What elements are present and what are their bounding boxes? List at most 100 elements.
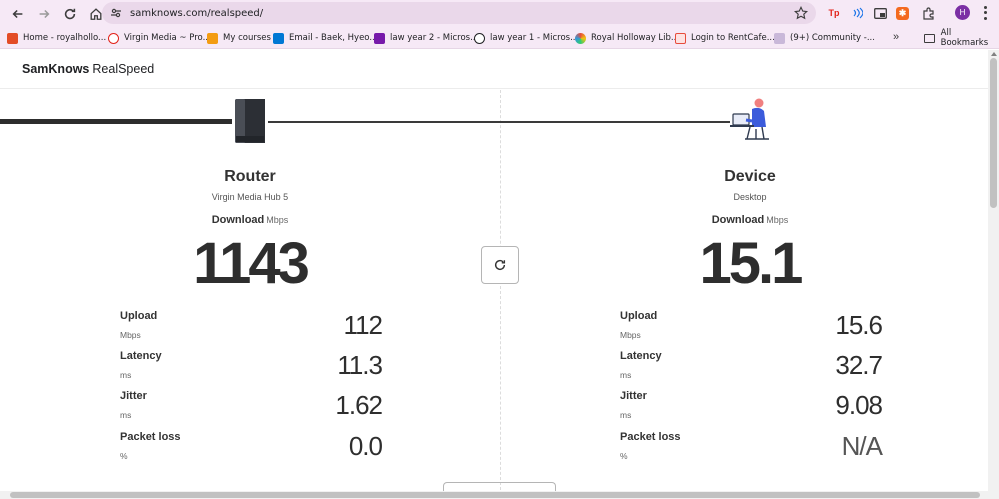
device-user-icon <box>730 98 769 140</box>
device-packet-loss-metric: Packet loss % N/A <box>620 431 883 469</box>
router-model: Virgin Media Hub 5 <box>211 192 289 202</box>
device-latency-metric: Latency ms 32.7 <box>620 350 883 388</box>
metric-unit: Mbps <box>620 330 641 340</box>
bookmark-item[interactable]: law year 1 - Micros... <box>474 27 578 49</box>
site-info-icon[interactable] <box>108 5 124 21</box>
metric-value: N/A <box>841 431 883 461</box>
bookmark-label: Home - royalhollo... <box>23 33 107 43</box>
metric-label: Jitter <box>620 390 647 402</box>
metric-value: 0.0 <box>348 431 383 461</box>
bookmarks-overflow-icon[interactable]: » <box>893 31 899 43</box>
metric-label: Packet loss <box>620 431 681 443</box>
bookmark-label: My courses <box>223 33 271 43</box>
horizontal-scroll-thumb[interactable] <box>10 492 980 498</box>
extension-tp-icon[interactable]: Tp <box>826 5 842 21</box>
address-bar[interactable]: samknows.com/realspeed/ <box>102 2 816 24</box>
brand-name: SamKnows <box>22 62 90 76</box>
device-title: Device <box>724 168 776 185</box>
extensions-puzzle-icon[interactable] <box>920 5 936 21</box>
metric-label: Upload <box>620 310 658 322</box>
browser-toolbar: samknows.com/realspeed/ Tp ✱ H <box>0 0 999 27</box>
connection-line-wan <box>0 119 232 124</box>
bookmark-label: Royal Holloway Lib... <box>591 33 680 43</box>
device-type: Desktop <box>733 192 767 202</box>
arrow-right-icon <box>39 9 50 18</box>
router-latency-metric: Latency ms 11.3 <box>120 350 383 388</box>
brand-logo[interactable]: SamKnows RealSpeed <box>22 62 154 76</box>
reload-button[interactable] <box>58 2 82 26</box>
bookmark-item[interactable]: Virgin Media ~ Pro... <box>108 27 211 49</box>
profile-avatar[interactable]: H <box>955 5 970 20</box>
download-label: Download <box>211 214 265 226</box>
router-title: Router <box>224 168 276 185</box>
home-icon <box>90 7 102 20</box>
bookmark-star-icon[interactable] <box>794 6 808 20</box>
all-bookmarks-button[interactable]: All Bookmarks <box>924 27 999 49</box>
bookmark-label: Virgin Media ~ Pro... <box>124 33 211 43</box>
bookmark-label: (9+) Community -... <box>790 33 875 43</box>
bookmark-item[interactable]: (9+) Community -... <box>774 27 875 49</box>
picture-in-picture-icon[interactable] <box>872 5 888 21</box>
back-button[interactable] <box>6 2 30 26</box>
metric-unit: % <box>120 451 128 461</box>
brand-product: RealSpeed <box>92 62 155 76</box>
extension-wave-icon[interactable] <box>849 5 865 21</box>
bookmark-item[interactable]: law year 2 - Micros... <box>374 27 478 49</box>
horizontal-scrollbar[interactable] <box>0 491 999 499</box>
browser-menu-icon[interactable] <box>980 5 990 21</box>
bookmark-item[interactable]: Royal Holloway Lib... <box>575 27 679 49</box>
bookmark-favicon-icon <box>273 32 284 44</box>
metric-label: Jitter <box>120 390 147 402</box>
metric-unit: % <box>620 451 628 461</box>
bookmark-label: Email - Baek, Hyeo... <box>289 33 378 43</box>
bookmark-item[interactable]: Email - Baek, Hyeo... <box>273 27 377 49</box>
metric-value: 11.3 <box>337 350 383 380</box>
bookmark-favicon-icon <box>774 32 785 44</box>
metric-value: 9.08 <box>835 390 883 420</box>
bottom-button-partial[interactable] <box>443 482 556 491</box>
download-unit: Mbps <box>766 215 789 225</box>
device-upload-metric: Upload Mbps 15.6 <box>620 310 883 348</box>
metric-label: Packet loss <box>120 431 181 443</box>
metric-value: 112 <box>343 310 383 340</box>
download-unit: Mbps <box>266 215 289 225</box>
metric-value: 15.6 <box>835 310 883 340</box>
device-download-heading: Download Mbps <box>500 214 988 226</box>
bookmark-item[interactable]: Login to RentCafe... <box>675 27 775 49</box>
bookmark-item[interactable]: My courses <box>207 27 271 49</box>
site-header: SamKnows RealSpeed <box>0 50 988 89</box>
metric-unit: ms <box>620 410 632 420</box>
metric-unit: Mbps <box>120 330 141 340</box>
bookmark-favicon-icon <box>7 32 18 44</box>
vertical-scrollbar[interactable] <box>988 50 999 491</box>
extension-orange-icon[interactable]: ✱ <box>896 7 909 20</box>
arrow-left-icon <box>12 9 23 18</box>
metric-unit: ms <box>120 370 132 380</box>
reload-icon <box>64 8 76 19</box>
bookmark-favicon-icon <box>108 32 119 44</box>
metric-value: 32.7 <box>835 350 883 380</box>
bookmarks-bar: Home - royalhollo... Virgin Media ~ Pro.… <box>0 27 999 49</box>
bookmark-favicon-icon <box>374 32 385 44</box>
folder-icon <box>924 33 935 43</box>
forward-button[interactable] <box>32 2 56 26</box>
scroll-up-icon[interactable] <box>991 52 997 56</box>
metric-unit: ms <box>120 410 132 420</box>
bookmark-item[interactable]: Home - royalhollo... <box>7 27 106 49</box>
bookmark-favicon-icon <box>575 32 586 44</box>
router-jitter-metric: Jitter ms 1.62 <box>120 390 383 428</box>
avatar-letter: H <box>959 8 966 17</box>
all-bookmarks-label: All Bookmarks <box>940 28 989 48</box>
metric-unit: ms <box>620 370 632 380</box>
metric-label: Latency <box>620 350 662 362</box>
router-packet-loss-metric: Packet loss % 0.0 <box>120 431 383 469</box>
bookmark-favicon-icon <box>474 32 485 44</box>
retest-button[interactable] <box>481 246 519 284</box>
bookmark-favicon-icon <box>207 32 218 44</box>
router-download-heading: Download Mbps <box>0 214 500 226</box>
bookmark-label: Login to RentCafe... <box>691 33 775 43</box>
bookmark-label: law year 2 - Micros... <box>390 33 479 43</box>
vertical-scroll-thumb[interactable] <box>990 58 997 208</box>
bookmark-favicon-icon <box>675 32 686 44</box>
router-download-value: 1143 <box>193 231 310 296</box>
